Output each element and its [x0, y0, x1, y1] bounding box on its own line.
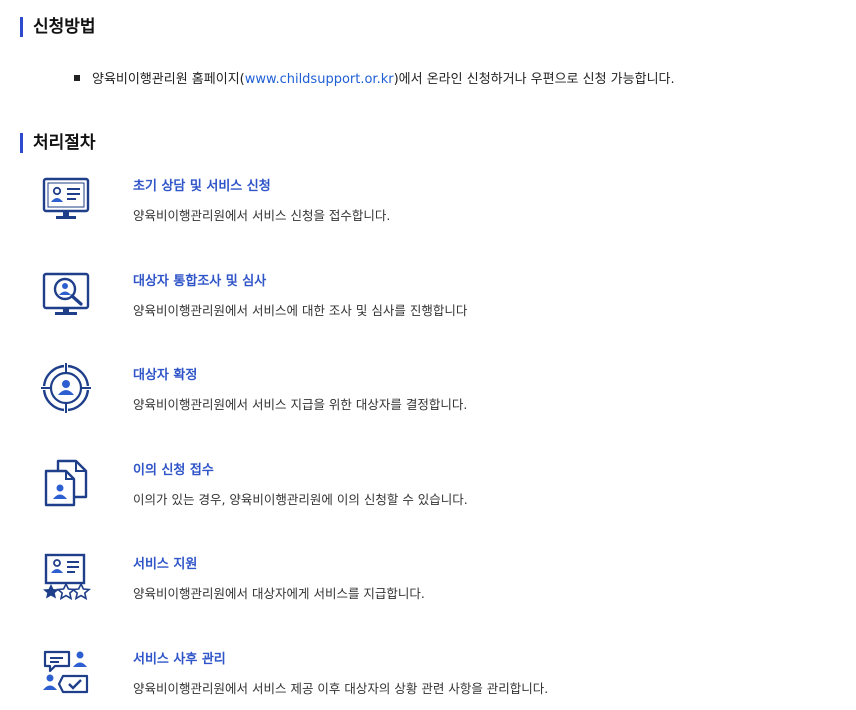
chat-check-people-icon: [40, 646, 92, 698]
step-description: 이의가 있는 경우, 양육비이행관리원에 이의 신청할 수 있습니다.: [133, 492, 468, 507]
process-step-1: 초기 상담 및 서비스 신청 양육비이행관리원에서 서비스 신청을 접수합니다.: [40, 173, 820, 233]
section-title-method: 신청방법: [20, 17, 96, 37]
step-title: 초기 상담 및 서비스 신청: [133, 179, 271, 194]
step-title: 서비스 사후 관리: [133, 652, 226, 667]
method-text-before: 양육비이행관리원 홈페이지(: [92, 72, 245, 87]
profile-stars-icon: [40, 551, 92, 603]
step-title: 이의 신청 접수: [133, 463, 214, 478]
method-item: 양육비이행관리원 홈페이지(www.childsupport.or.kr)에서 …: [74, 70, 675, 90]
process-step-2: 대상자 통합조사 및 심사 양육비이행관리원에서 서비스에 대한 조사 및 심사…: [40, 268, 820, 328]
step-description: 양육비이행관리원에서 서비스 신청을 접수합니다.: [133, 208, 391, 223]
step-description: 양육비이행관리원에서 서비스 제공 이후 대상자의 상황 관련 사항을 관리합니…: [133, 681, 549, 696]
step-description: 양육비이행관리원에서 대상자에게 서비스를 지급합니다.: [133, 586, 425, 601]
process-step-6: 서비스 사후 관리 양육비이행관리원에서 서비스 제공 이후 대상자의 상황 관…: [40, 646, 820, 706]
section-title-process: 처리절차: [20, 133, 96, 153]
homepage-link[interactable]: www.childsupport.or.kr: [245, 72, 394, 87]
documents-person-icon: [40, 457, 92, 509]
step-description: 양육비이행관리원에서 서비스 지급을 위한 대상자를 결정합니다.: [133, 397, 468, 412]
method-text-after: )에서 온라인 신청하거나 우편으로 신청 가능합니다.: [393, 72, 675, 87]
process-step-4: 이의 신청 접수 이의가 있는 경우, 양육비이행관리원에 이의 신청할 수 있…: [40, 457, 820, 517]
monitor-search-person-icon: [40, 268, 92, 320]
process-step-5: 서비스 지원 양육비이행관리원에서 대상자에게 서비스를 지급합니다.: [40, 551, 820, 611]
step-title: 대상자 확정: [133, 368, 198, 383]
target-person-icon: [40, 362, 92, 414]
monitor-profile-icon: [40, 173, 92, 225]
step-title: 대상자 통합조사 및 심사: [133, 274, 267, 289]
step-description: 양육비이행관리원에서 서비스에 대한 조사 및 심사를 진행합니다: [133, 303, 468, 318]
process-step-3: 대상자 확정 양육비이행관리원에서 서비스 지급을 위한 대상자를 결정합니다.: [40, 362, 820, 422]
step-title: 서비스 지원: [133, 557, 198, 572]
bullet-icon: [74, 74, 80, 81]
